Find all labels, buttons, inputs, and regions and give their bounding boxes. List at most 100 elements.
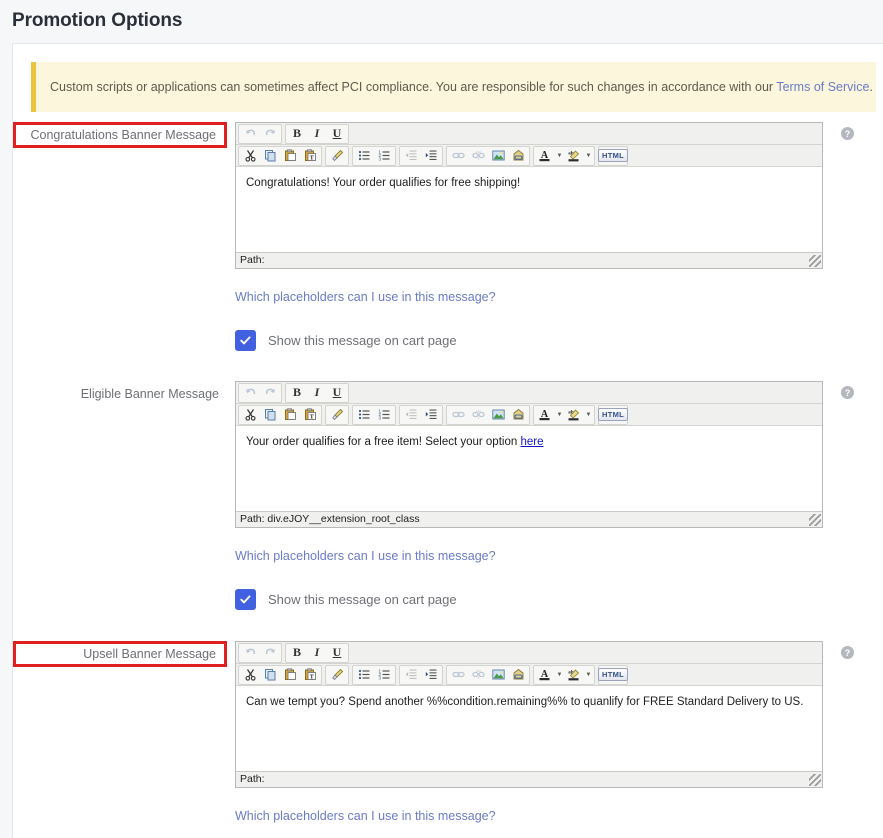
clean-format-icon[interactable] — [327, 147, 347, 165]
paste-text-icon[interactable]: T — [300, 406, 320, 424]
copy-icon[interactable] — [260, 666, 280, 684]
resize-grip-handle[interactable] — [809, 514, 821, 526]
resize-grip-handle[interactable] — [809, 774, 821, 786]
backcolor-chevron-down-icon[interactable]: ▼ — [584, 406, 593, 424]
editor-content-eligible-link[interactable]: here — [520, 436, 543, 448]
pci-warning-body: Custom scripts or applications can somet… — [50, 80, 777, 94]
bullet-list-icon[interactable] — [354, 666, 374, 684]
anchor-icon[interactable] — [508, 666, 528, 684]
toolbar-group-history — [238, 382, 282, 403]
forecolor-icon[interactable]: A — [535, 147, 555, 165]
backcolor-chevron-down-icon[interactable]: ▼ — [584, 147, 593, 165]
paste-icon[interactable] — [280, 406, 300, 424]
cut-icon[interactable] — [240, 147, 260, 165]
backcolor-icon[interactable]: abc — [564, 147, 584, 165]
backcolor-chevron-down-icon[interactable]: ▼ — [584, 666, 593, 684]
forecolor-icon[interactable]: A — [535, 406, 555, 424]
show-on-cart-checkbox-congratulations[interactable] — [235, 330, 256, 351]
clean-format-icon[interactable] — [327, 406, 347, 424]
link-icon[interactable] — [448, 406, 468, 424]
svg-text:T: T — [309, 674, 313, 680]
outdent-icon[interactable] — [401, 147, 421, 165]
bullet-list-icon[interactable] — [354, 147, 374, 165]
numbered-list-icon[interactable]: 123 — [374, 666, 394, 684]
placeholders-link-eligible[interactable]: Which placeholders can I use in this mes… — [235, 549, 496, 563]
resize-grip-handle[interactable] — [809, 255, 821, 267]
html-source-button[interactable]: HTML — [597, 406, 629, 424]
backcolor-icon[interactable]: abc — [564, 666, 584, 684]
copy-icon[interactable] — [260, 406, 280, 424]
editor-toolbar-row-1: B I U — [236, 382, 822, 404]
bold-icon[interactable]: B — [287, 644, 307, 662]
image-icon[interactable] — [488, 666, 508, 684]
backcolor-icon[interactable]: abc — [564, 406, 584, 424]
anchor-icon[interactable] — [508, 406, 528, 424]
italic-icon[interactable]: I — [307, 644, 327, 662]
help-icon-congratulations[interactable]: ? — [841, 127, 854, 140]
forecolor-chevron-down-icon[interactable]: ▼ — [555, 666, 564, 684]
redo-icon[interactable] — [260, 125, 280, 143]
indent-icon[interactable] — [421, 147, 441, 165]
underline-icon[interactable]: U — [327, 644, 347, 662]
help-icon-upsell[interactable]: ? — [841, 646, 854, 659]
outdent-icon[interactable] — [401, 406, 421, 424]
editor-toolbar-row-2: T 123 A ▼ abc ▼ HTML — [236, 404, 822, 426]
numbered-list-icon[interactable]: 123 — [374, 406, 394, 424]
image-icon[interactable] — [488, 147, 508, 165]
editor-content-congratulations[interactable]: Congratulations! Your order qualifies fo… — [236, 167, 822, 252]
indent-icon[interactable] — [421, 406, 441, 424]
toolbar-group-html: HTML — [597, 145, 629, 166]
anchor-icon[interactable] — [508, 147, 528, 165]
paste-icon[interactable] — [280, 666, 300, 684]
toolbar-group-clipboard: T — [238, 664, 322, 685]
link-icon[interactable] — [448, 147, 468, 165]
unlink-icon[interactable] — [468, 406, 488, 424]
copy-icon[interactable] — [260, 147, 280, 165]
italic-icon[interactable]: I — [307, 384, 327, 402]
redo-icon[interactable] — [260, 644, 280, 662]
show-on-cart-checkbox-eligible[interactable] — [235, 589, 256, 610]
html-source-button[interactable]: HTML — [597, 666, 629, 684]
italic-icon[interactable]: I — [307, 125, 327, 143]
underline-icon[interactable]: U — [327, 384, 347, 402]
undo-icon[interactable] — [240, 125, 260, 143]
bold-icon[interactable]: B — [287, 125, 307, 143]
link-icon[interactable] — [448, 666, 468, 684]
bullet-list-icon[interactable] — [354, 406, 374, 424]
editor-content-eligible[interactable]: Your order qualifies for a free item! Se… — [236, 426, 822, 511]
toolbar-group-html: HTML — [597, 404, 629, 425]
numbered-list-icon[interactable]: 123 — [374, 147, 394, 165]
indent-icon[interactable] — [421, 666, 441, 684]
paste-text-icon[interactable]: T — [300, 666, 320, 684]
bold-icon[interactable]: B — [287, 384, 307, 402]
cut-icon[interactable] — [240, 666, 260, 684]
undo-icon[interactable] — [240, 644, 260, 662]
toolbar-group-lists: 123 — [352, 145, 396, 166]
toolbar-group-clean — [325, 664, 349, 685]
image-icon[interactable] — [488, 406, 508, 424]
html-source-button[interactable]: HTML — [597, 147, 629, 165]
forecolor-icon[interactable]: A — [535, 666, 555, 684]
outdent-icon[interactable] — [401, 666, 421, 684]
terms-of-service-link[interactable]: Terms of Service — [776, 80, 869, 94]
unlink-icon[interactable] — [468, 147, 488, 165]
editor-eligible: B I U T 1 2 3 A ▼ abc ▼ HTML Your order … — [235, 381, 823, 528]
svg-text:T: T — [309, 414, 313, 420]
unlink-icon[interactable] — [468, 666, 488, 684]
cut-icon[interactable] — [240, 406, 260, 424]
undo-icon[interactable] — [240, 384, 260, 402]
promotion-options-panel: Custom scripts or applications can somet… — [12, 43, 883, 838]
underline-icon[interactable]: U — [327, 125, 347, 143]
toolbar-group-color: A ▼ abc ▼ — [533, 664, 595, 685]
placeholders-link-upsell[interactable]: Which placeholders can I use in this mes… — [235, 809, 496, 823]
forecolor-chevron-down-icon[interactable]: ▼ — [555, 406, 564, 424]
redo-icon[interactable] — [260, 384, 280, 402]
forecolor-chevron-down-icon[interactable]: ▼ — [555, 147, 564, 165]
help-icon-eligible[interactable]: ? — [841, 386, 854, 399]
editor-upsell: B I U T 1 2 3 A ▼ abc ▼ HTML Can we temp… — [235, 641, 823, 788]
paste-icon[interactable] — [280, 147, 300, 165]
clean-format-icon[interactable] — [327, 666, 347, 684]
placeholders-link-congratulations[interactable]: Which placeholders can I use in this mes… — [235, 290, 496, 304]
editor-content-upsell[interactable]: Can we tempt you? Spend another %%condit… — [236, 686, 822, 771]
paste-text-icon[interactable]: T — [300, 147, 320, 165]
